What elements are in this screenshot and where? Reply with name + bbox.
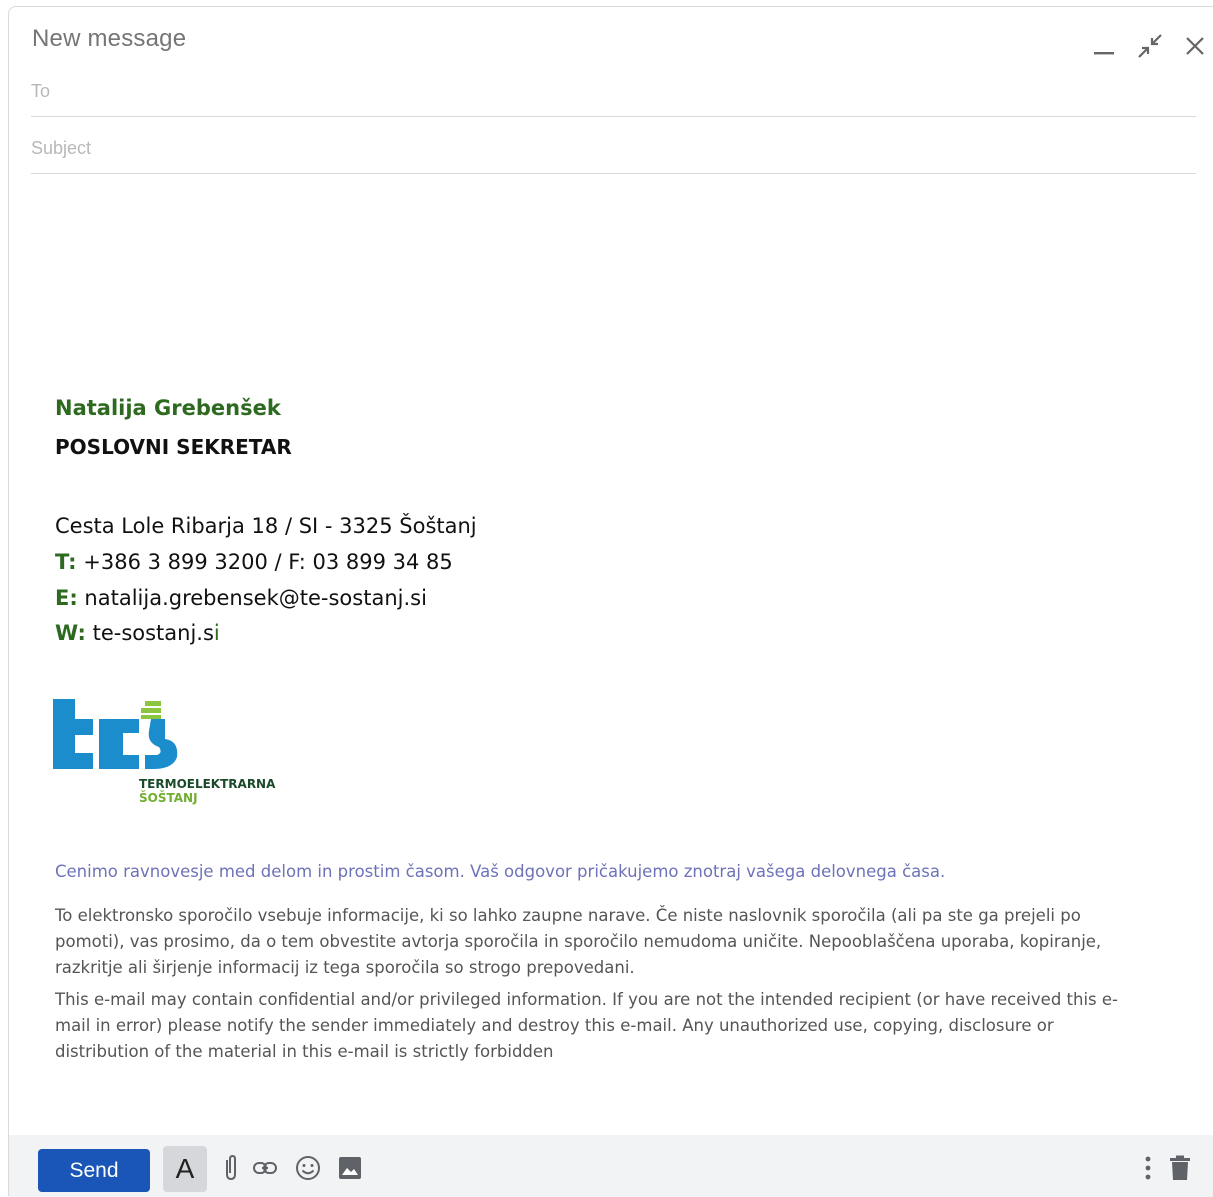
logo-text-line1: TERMOELEKTRARNA [139,777,276,791]
close-icon[interactable] [1182,33,1208,59]
email-value: natalija.grebensek@te-sostanj.si [77,586,427,610]
disclaimer-english: This e-mail may contain confidential and… [55,990,1118,1061]
to-field [31,61,1196,117]
link-icon[interactable] [251,1154,279,1182]
phone-value: +386 3 899 3200 / F: 03 899 34 85 [76,550,453,574]
minimize-icon[interactable] [1091,33,1117,59]
disclaimer-slovenian: To elektronsko sporočilo vsebuje informa… [55,906,1102,977]
email-label: E: [55,586,78,610]
web-value: te-sostanj.s [85,621,214,645]
trash-icon[interactable] [1166,1154,1194,1182]
more-vert-icon[interactable] [1137,1154,1165,1182]
to-input[interactable] [31,81,1196,102]
web-value-end: i [213,621,220,645]
signature-name: Natalija Grebenšek [55,396,281,420]
phone-label: T: [55,550,77,574]
image-icon[interactable] [336,1154,364,1182]
compose-window: New message Natalija Grebenšek POSLOVNI … [8,6,1213,1197]
send-button[interactable]: Send [38,1149,150,1192]
subject-input[interactable] [31,138,1196,159]
exit-fullscreen-icon[interactable] [1137,33,1163,59]
work-life-note: Cenimo ravnovesje med delom in prostim č… [55,862,946,881]
paperclip-icon[interactable] [217,1154,245,1182]
compose-title: New message [32,25,187,52]
signature-phone: T: +386 3 899 3200 / F: 03 899 34 85 [55,550,453,574]
formatting-options-button[interactable]: A [163,1146,207,1192]
signature-web: W: te-sostanj.si [55,621,220,645]
logo-text-line2: ŠOŠTANJ [139,790,198,805]
signature-email: E: natalija.grebensek@te-sostanj.si [55,586,427,610]
signature-role: POSLOVNI SEKRETAR [55,435,292,459]
subject-field [31,118,1196,174]
signature-address: Cesta Lole Ribarja 18 / SI - 3325 Šoštan… [55,514,477,538]
compose-toolbar: Send A [9,1135,1213,1197]
tes-logo: TERMOELEKTRARNA ŠOŠTANJ [53,697,283,807]
emoji-icon[interactable] [294,1154,322,1182]
web-label: W: [55,621,86,645]
